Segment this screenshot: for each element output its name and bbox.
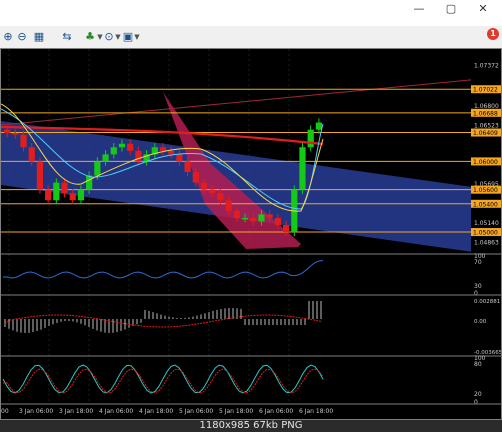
candle-body [299,147,306,190]
stochastic-signal-line [2,368,324,394]
time-tick-label: 5 Jan 18:00 [219,408,253,415]
candle-body [4,129,11,134]
price-tick-label: 1.05140 [474,220,499,227]
candle-body [61,182,68,194]
price-tick-label: 1.04863 [474,240,499,247]
candle-body [159,147,167,151]
rsi-tick-label: 0 [474,290,478,297]
zoom-out-icon[interactable]: ⊖ [16,30,28,44]
time-tick-label: 4 Jan 18:00 [139,408,173,415]
close-button[interactable]: ✕ [472,2,494,16]
candle-body [209,189,216,194]
time-tick-label: 3 Jan 18:00 [59,408,93,415]
candle-body [266,214,273,218]
candle-body [274,217,281,225]
candle-body [282,224,290,233]
stochastic-panel: 10080200 [1,355,501,406]
candle-body [53,182,60,201]
candle-body [258,214,265,222]
status-bar: 1180x985 67kb PNG [0,420,502,432]
candle-body [127,143,134,151]
candle-body [200,182,208,190]
chart-toolbar: ⊕ ⊖ ▦ ⇆ ♣ ▼ ⊙ ▼ ▣ ▼ 1 [0,26,502,49]
status-text: 1180x985 67kb PNG [199,420,303,431]
price-tick-label: 1.07372 [474,63,499,70]
candle-body [102,154,109,162]
time-tick-label: 6 Jan 06:00 [259,408,293,415]
candle-body [217,193,224,201]
chart-area[interactable]: 1.07372 1.06800 1.06523 1.05695 1.05140 1.048… [0,48,502,420]
candle-body [250,217,257,222]
templates-dropdown-icon[interactable]: ▼ [133,30,141,44]
candle-body [110,147,117,155]
window-titlebar: — ▢ ✕ [0,0,502,26]
candle-body [233,210,240,218]
candle-body [184,161,191,173]
price-label-text: 1.06409 [473,130,498,137]
time-axis: 00 3 Jan 06:00 3 Jan 18:00 4 Jan 06:00 4 Jan… [1,403,501,415]
time-tick-label: 3 Jan 06:00 [19,408,53,415]
candle-body [94,161,101,176]
candle-body [45,189,52,201]
rsi-tick-label: 30 [474,283,482,290]
candle-body [28,147,35,162]
candle-body [118,143,126,148]
trendline [0,76,502,126]
notification-badge[interactable]: 1 [487,28,499,40]
chart-canvas[interactable]: 1.073721.068001.065231.056951.051401.048… [0,49,502,419]
zoom-in-icon[interactable]: ⊕ [2,30,14,44]
price-label-text: 1.07022 [473,87,498,94]
rsi-tick-label: 70 [474,259,482,266]
price-label-text: 1.06688 [473,110,498,117]
time-tick-label: 00 [1,408,9,415]
stochastic-tick-label: 20 [474,391,482,398]
tile-windows-icon[interactable]: ▦ [33,30,45,44]
macd-signal-line [4,314,322,328]
candle-body [307,129,314,148]
macd-panel: 0.0028810.00-0.003665 [1,294,502,356]
candle-body [86,175,93,190]
candle-body [176,154,183,162]
maximize-button[interactable]: ▢ [440,2,462,16]
clock-dropdown-icon[interactable]: ▼ [114,30,122,44]
candle-body [168,150,175,155]
price-tick-label: 1.06523 [474,122,499,129]
candle-body [77,189,85,201]
macd-tick-label: 0.002881 [474,299,500,305]
candle-body [315,122,322,130]
candle-body [36,161,44,190]
stochastic-tick-label: 0 [474,399,478,406]
candle-body [69,193,76,201]
time-tick-label: 5 Jan 06:00 [179,408,213,415]
stochastic-main-line [2,364,324,394]
minimize-button[interactable]: — [408,2,430,16]
stochastic-tick-label: 80 [474,361,482,368]
rsi-panel: 10070300 [1,253,501,297]
candle-body [20,134,27,148]
rsi-line [2,260,324,279]
price-label-text: 1.05400 [473,201,498,208]
macd-tick-label: 0.00 [474,319,487,325]
price-label-text: 1.05000 [473,230,498,237]
candle-body [241,217,249,220]
candle-body [12,133,19,135]
candle-body [192,172,199,183]
candle-body [225,200,232,211]
chart-properties-icon[interactable]: ⇆ [60,30,74,44]
price-label-text: 1.06000 [473,159,498,166]
price-label-text: 1.05600 [473,187,498,194]
indicators-icon[interactable]: ♣ [84,30,96,44]
time-tick-label: 6 Jan 18:00 [299,408,333,415]
time-tick-label: 4 Jan 06:00 [99,408,133,415]
